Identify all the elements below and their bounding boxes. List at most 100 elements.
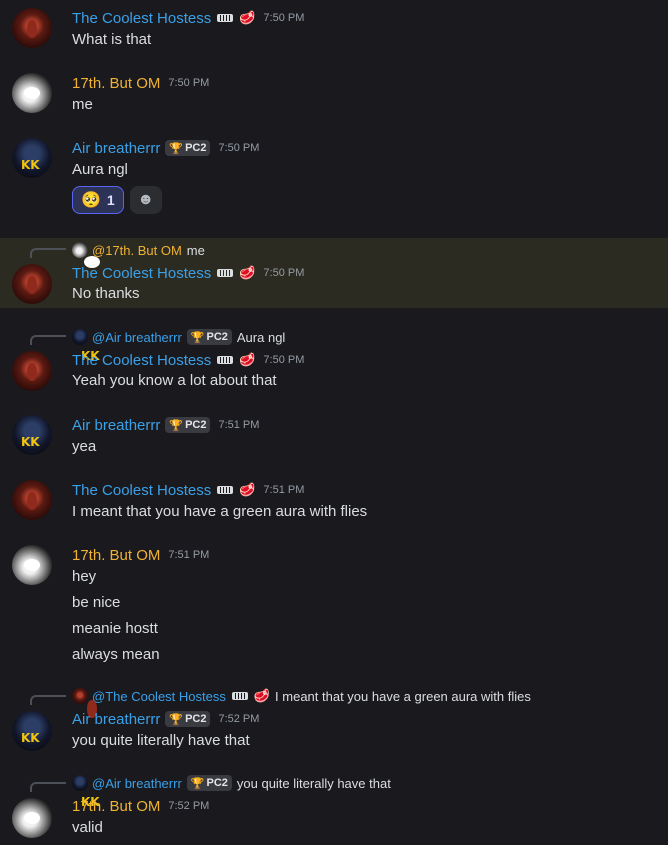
- badge-label: PC2: [185, 419, 207, 431]
- message: Air breatherrr 🏆 PC2 7:50 PM Aura ngl 🥺 …: [0, 130, 668, 225]
- author-name[interactable]: Air breatherrr: [72, 711, 160, 728]
- author-name[interactable]: The Coolest Hostess: [72, 10, 211, 27]
- avatar[interactable]: [12, 711, 52, 751]
- message-header: The Coolest Hostess 🥩 7:50 PM: [72, 350, 304, 370]
- reaction-pleading[interactable]: 🥺 1: [72, 186, 124, 214]
- timestamp: 7:50 PM: [218, 142, 260, 154]
- trophy-icon: 🏆: [190, 777, 205, 790]
- smiley-icon: ☻: [137, 191, 155, 208]
- meat-icon: 🥩: [253, 688, 271, 703]
- reply-connector: [30, 335, 66, 345]
- server-tag-badge[interactable]: 🏆 PC2: [165, 711, 211, 727]
- message-header: 17th. But OM 7:50 PM: [72, 73, 209, 93]
- message-header: Air breatherrr 🏆 PC2 7:52 PM: [72, 709, 259, 729]
- author-name[interactable]: The Coolest Hostess: [72, 352, 211, 369]
- message: The Coolest Hostess 🥩 7:50 PM What is th…: [0, 0, 668, 60]
- reply-connector: [30, 782, 66, 792]
- avatar[interactable]: [12, 415, 52, 455]
- reply-text: I meant that you have a green aura with …: [275, 688, 531, 704]
- avatar[interactable]: [12, 264, 52, 304]
- message-text: be nice: [72, 594, 121, 611]
- message-text: always mean: [72, 646, 160, 663]
- reply-text: me: [186, 242, 205, 258]
- battery-icon: [217, 14, 234, 22]
- message-text: No thanks: [72, 285, 140, 302]
- author-name[interactable]: 17th. But OM: [72, 798, 160, 815]
- trophy-icon: 🏆: [169, 713, 184, 726]
- message-text: Yeah you know a lot about that: [72, 372, 277, 389]
- message: Air breatherrr 🏆 PC2 7:51 PM yea: [0, 407, 668, 467]
- message-text: me: [72, 96, 93, 113]
- reply-text: you quite literally have that: [236, 775, 391, 791]
- meat-icon: 🥩: [239, 352, 256, 367]
- trophy-icon: 🏆: [169, 142, 184, 155]
- message: The Coolest Hostess 🥩 7:51 PM I meant th…: [0, 472, 668, 532]
- message-text: Aura ngl: [72, 161, 128, 178]
- reply-preview[interactable]: @Air breatherrr 🏆 PC2 Aura ngl: [72, 329, 285, 345]
- server-tag-badge[interactable]: 🏆 PC2: [165, 417, 211, 433]
- reaction-count: 1: [106, 192, 115, 208]
- reply-preview[interactable]: @Air breatherrr 🏆 PC2 you quite literall…: [72, 775, 391, 791]
- avatar[interactable]: [12, 73, 52, 113]
- timestamp: 7:50 PM: [263, 12, 305, 24]
- reply-text: Aura ngl: [236, 329, 286, 345]
- timestamp: 7:51 PM: [263, 484, 305, 496]
- timestamp: 7:50 PM: [263, 354, 305, 366]
- avatar[interactable]: [12, 8, 52, 48]
- reply-connector: [30, 695, 66, 705]
- add-reaction-button[interactable]: ☻: [129, 186, 162, 214]
- avatar[interactable]: [12, 480, 52, 520]
- author-name[interactable]: Air breatherrr: [72, 417, 160, 434]
- timestamp: 7:50 PM: [263, 267, 305, 279]
- author-name[interactable]: Air breatherrr: [72, 140, 160, 157]
- message-text: meanie hostt: [72, 620, 158, 637]
- message: 17th. But OM 7:51 PM hey be nice meanie …: [0, 537, 668, 672]
- author-name[interactable]: 17th. But OM: [72, 547, 160, 564]
- message: 17th. But OM 7:50 PM me: [0, 65, 668, 125]
- message-header: Air breatherrr 🏆 PC2 7:50 PM: [72, 138, 259, 158]
- reactions: 🥺 1 ☻: [72, 186, 162, 214]
- reply-avatar: [72, 775, 88, 791]
- avatar[interactable]: [12, 545, 52, 585]
- avatar[interactable]: [12, 138, 52, 178]
- reply-preview[interactable]: @17th. But OM me: [72, 242, 205, 258]
- author-name[interactable]: The Coolest Hostess: [72, 482, 211, 499]
- reply-author[interactable]: @Air breatherrr: [92, 776, 182, 791]
- author-name[interactable]: 17th. But OM: [72, 75, 160, 92]
- timestamp: 7:51 PM: [218, 419, 260, 431]
- reply-avatar: [72, 329, 88, 345]
- battery-icon: [217, 486, 234, 494]
- reply-preview[interactable]: @The Coolest Hostess 🥩 I meant that you …: [72, 688, 531, 704]
- reply-author[interactable]: @The Coolest Hostess: [92, 689, 226, 704]
- reply-connector: [30, 248, 66, 258]
- timestamp: 7:52 PM: [168, 800, 210, 812]
- message-text: What is that: [72, 31, 152, 48]
- battery-icon: [217, 269, 234, 277]
- trophy-icon: 🏆: [190, 331, 205, 344]
- trophy-icon: 🏆: [169, 419, 184, 432]
- message-text: hey: [72, 568, 97, 585]
- avatar[interactable]: [12, 351, 52, 391]
- reply-avatar: [72, 242, 88, 258]
- message-text: I meant that you have a green aura with …: [72, 503, 368, 520]
- message-header: 17th. But OM 7:51 PM: [72, 545, 209, 565]
- avatar[interactable]: [12, 798, 52, 838]
- badge-label: PC2: [206, 777, 228, 789]
- message-header: The Coolest Hostess 🥩 7:50 PM: [72, 263, 304, 283]
- message: @Air breatherrr 🏆 PC2 you quite literall…: [0, 772, 668, 845]
- message: @The Coolest Hostess 🥩 I meant that you …: [0, 685, 668, 755]
- message-header: The Coolest Hostess 🥩 7:50 PM: [72, 8, 304, 28]
- timestamp: 7:52 PM: [218, 713, 260, 725]
- message-header: 17th. But OM 7:52 PM: [72, 796, 209, 816]
- pleading-face-icon: 🥺: [81, 192, 101, 209]
- meat-icon: 🥩: [239, 482, 256, 497]
- server-tag-badge[interactable]: 🏆 PC2: [165, 140, 211, 156]
- reply-author[interactable]: @17th. But OM: [92, 243, 182, 258]
- server-tag-badge: 🏆 PC2: [186, 329, 232, 345]
- reply-author[interactable]: @Air breatherrr: [92, 330, 182, 345]
- timestamp: 7:51 PM: [168, 549, 210, 561]
- author-name[interactable]: The Coolest Hostess: [72, 265, 211, 282]
- message: @Air breatherrr 🏆 PC2 Aura ngl The Coole…: [0, 325, 668, 395]
- reply-avatar: [72, 688, 88, 704]
- message: @17th. But OM me The Coolest Hostess 🥩 7…: [0, 238, 668, 308]
